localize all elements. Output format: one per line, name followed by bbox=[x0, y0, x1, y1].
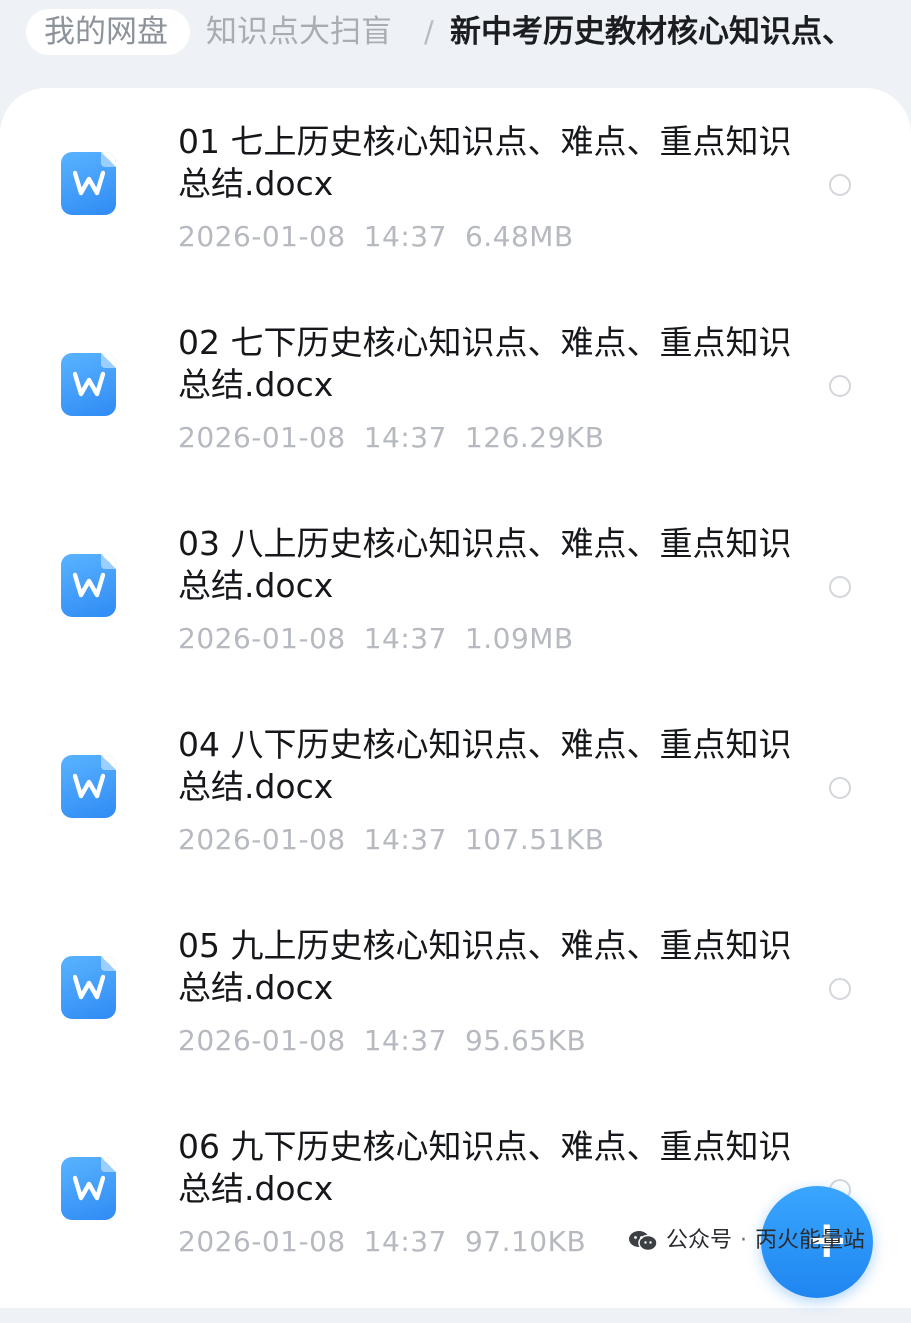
word-doc-icon bbox=[61, 755, 116, 818]
file-name: 06 九下历史核心知识点、难点、重点知识总结.docx bbox=[178, 1127, 792, 1208]
word-doc-icon bbox=[61, 353, 116, 416]
file-size: 1.09MB bbox=[464, 622, 574, 655]
breadcrumb-separator: / bbox=[424, 15, 434, 49]
wechat-icon bbox=[629, 1231, 658, 1252]
word-doc-icon bbox=[61, 956, 116, 1019]
file-meta: 2026-01-08 14:37 95.65KB bbox=[178, 1023, 604, 1059]
select-radio[interactable] bbox=[829, 777, 851, 799]
file-name: 01 七上历史核心知识点、难点、重点知识总结.docx bbox=[178, 122, 792, 203]
file-time: 14:37 bbox=[363, 1225, 447, 1258]
file-size: 6.48MB bbox=[464, 220, 574, 253]
file-date: 2026-01-08 bbox=[178, 1225, 346, 1258]
word-doc-icon bbox=[61, 152, 116, 215]
file-size: 97.10KB bbox=[464, 1225, 587, 1258]
file-date: 2026-01-08 bbox=[178, 1024, 346, 1057]
select-radio[interactable] bbox=[829, 174, 851, 196]
file-meta: 2026-01-08 14:37 6.48MB bbox=[178, 219, 592, 255]
breadcrumb-folder[interactable]: 知识点大扫盲 bbox=[206, 9, 392, 55]
file-date: 2026-01-08 bbox=[178, 823, 346, 856]
file-list: 01 七上历史核心知识点、难点、重点知识总结.docx 2026-01-08 14… bbox=[0, 88, 911, 1308]
file-size: 95.65KB bbox=[464, 1024, 587, 1057]
watermark-dot: · bbox=[740, 1228, 748, 1253]
file-time: 14:37 bbox=[363, 622, 447, 655]
file-time: 14:37 bbox=[363, 1024, 447, 1057]
file-size: 107.51KB bbox=[464, 823, 605, 856]
list-item[interactable]: 05 九上历史核心知识点、难点、重点知识总结.docx 2026-01-08 14… bbox=[0, 922, 911, 1122]
file-name: 03 八上历史核心知识点、难点、重点知识总结.docx bbox=[178, 524, 792, 605]
list-item[interactable]: 01 七上历史核心知识点、难点、重点知识总结.docx 2026-01-08 14… bbox=[0, 118, 911, 318]
breadcrumb-root[interactable]: 我的网盘 bbox=[26, 9, 190, 55]
list-item[interactable]: 04 八下历史核心知识点、难点、重点知识总结.docx 2026-01-08 14… bbox=[0, 721, 911, 921]
select-radio[interactable] bbox=[829, 978, 851, 1000]
file-time: 14:37 bbox=[363, 823, 447, 856]
file-date: 2026-01-08 bbox=[178, 622, 346, 655]
file-date: 2026-01-08 bbox=[178, 421, 346, 454]
file-time: 14:37 bbox=[363, 421, 447, 454]
select-radio[interactable] bbox=[829, 576, 851, 598]
file-size: 126.29KB bbox=[464, 421, 605, 454]
file-meta: 2026-01-08 14:37 97.10KB bbox=[178, 1224, 604, 1260]
watermark-account: 丙火能量站 bbox=[755, 1228, 866, 1253]
watermark-label: 公众号 bbox=[666, 1228, 733, 1253]
file-meta: 2026-01-08 14:37 107.51KB bbox=[178, 822, 622, 858]
file-meta: 2026-01-08 14:37 1.09MB bbox=[178, 621, 592, 657]
file-date: 2026-01-08 bbox=[178, 220, 346, 253]
watermark: 公众号 · 丙火能量站 bbox=[628, 1224, 865, 1258]
file-name: 04 八下历史核心知识点、难点、重点知识总结.docx bbox=[178, 725, 792, 806]
breadcrumb: 知识点大扫盲 我的网盘 / 新中考历史教材核心知识点、 bbox=[0, 0, 911, 70]
file-meta: 2026-01-08 14:37 126.29KB bbox=[178, 420, 622, 456]
breadcrumb-current: 新中考历史教材核心知识点、 bbox=[450, 14, 853, 50]
file-time: 14:37 bbox=[363, 220, 447, 253]
select-radio[interactable] bbox=[829, 375, 851, 397]
word-doc-icon bbox=[61, 554, 116, 617]
file-name: 02 七下历史核心知识点、难点、重点知识总结.docx bbox=[178, 323, 792, 404]
file-name: 05 九上历史核心知识点、难点、重点知识总结.docx bbox=[178, 926, 792, 1007]
word-doc-icon bbox=[61, 1157, 116, 1220]
list-item[interactable]: 03 八上历史核心知识点、难点、重点知识总结.docx 2026-01-08 14… bbox=[0, 520, 911, 720]
list-item[interactable]: 02 七下历史核心知识点、难点、重点知识总结.docx 2026-01-08 14… bbox=[0, 319, 911, 519]
